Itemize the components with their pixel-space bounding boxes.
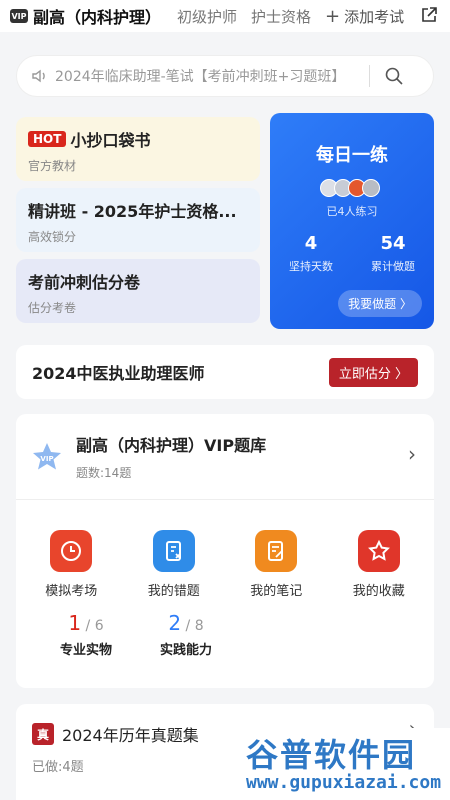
daily-title: 每日一练 xyxy=(316,145,388,166)
plus-icon: + xyxy=(325,5,341,27)
estimate-now-button[interactable]: 立即估分 〉 xyxy=(328,357,418,387)
progress-total: / 6 xyxy=(85,618,104,634)
chevron-right-icon: › xyxy=(408,442,416,466)
icon-label: 我的错题 xyxy=(147,584,200,599)
estimate-exam-label: 2024中医执业助理医师 xyxy=(32,364,205,383)
card-title: 精讲班 - 2025年护士资格... xyxy=(28,202,237,221)
mock-exam-button[interactable]: 模拟考场 xyxy=(26,530,116,599)
practical-ability-progress[interactable]: 2 / 8 实践能力 xyxy=(136,611,236,658)
watermark-url: www.gupuxiazai.com xyxy=(246,772,442,793)
question-count: 题数:14题 xyxy=(76,466,132,480)
progress-done: 2 xyxy=(168,611,182,635)
card-subtitle: 官方教材 xyxy=(28,159,77,173)
my-favorites-button[interactable]: 我的收藏 xyxy=(334,530,424,599)
card-title: 考前冲刺估分卷 xyxy=(28,273,141,292)
total-questions-label: 累计做题 xyxy=(371,260,415,273)
my-notes-button[interactable]: 我的笔记 xyxy=(231,530,321,599)
top-bar: VIP 副高（内科护理） 初级护师 护士资格 + 添加考试 xyxy=(0,0,450,32)
add-exam-button[interactable]: + 添加考试 xyxy=(325,6,404,27)
question-bank-header[interactable]: VIP 副高（内科护理）VIP题库 题数:14题 › xyxy=(16,414,434,500)
start-practice-button[interactable]: 我要做题 〉 xyxy=(338,290,422,317)
real-exam-badge: 真 xyxy=(32,723,54,745)
total-questions-value: 54 xyxy=(380,233,406,254)
progress-total: / 8 xyxy=(185,618,204,634)
pocket-book-card[interactable]: HOT 小抄口袋书 官方教材 xyxy=(16,117,260,181)
share-icon[interactable] xyxy=(420,6,438,24)
streak-days-value: 4 xyxy=(304,233,318,254)
icon-label: 我的收藏 xyxy=(352,584,405,599)
streak-days-label: 坚持天数 xyxy=(289,260,333,273)
search-divider xyxy=(369,65,370,87)
progress-label: 专业实物 xyxy=(59,643,112,658)
total-questions-stat: 54 累计做题 xyxy=(371,233,415,274)
card-subtitle: 高效锁分 xyxy=(28,230,77,244)
progress-label: 实践能力 xyxy=(159,643,212,658)
watermark-text: 谷普软件园 xyxy=(246,736,417,774)
question-bank-name: 副高（内科护理）VIP题库 xyxy=(76,436,267,455)
tab-nurse-qualification[interactable]: 护士资格 xyxy=(251,6,311,27)
icon-label: 我的笔记 xyxy=(250,584,303,599)
professional-practice-progress[interactable]: 1 / 6 专业实物 xyxy=(36,611,136,658)
sprint-paper-card[interactable]: 考前冲刺估分卷 估分考卷 xyxy=(16,259,260,323)
practitioner-avatars xyxy=(270,179,434,197)
wrong-questions-button[interactable]: 我的错题 xyxy=(129,530,219,599)
svg-text:VIP: VIP xyxy=(40,455,53,463)
vip-question-bank: VIP 副高（内科护理）VIP题库 题数:14题 › 模拟考场 我的错题 我的笔… xyxy=(16,414,434,688)
speaker-icon xyxy=(32,69,45,83)
hot-badge: HOT xyxy=(28,131,67,147)
clock-icon xyxy=(50,530,93,572)
card-title: 小抄口袋书 xyxy=(70,131,151,150)
icon-label: 模拟考场 xyxy=(45,584,98,599)
past-papers-title: 2024年历年真题集 xyxy=(62,726,199,745)
search-placeholder: 2024年临床助理-笔试【考前冲刺班+习题班】 xyxy=(55,69,346,85)
wrong-book-icon xyxy=(152,530,195,572)
card-subtitle: 估分考卷 xyxy=(28,301,77,315)
vip-star-icon: VIP xyxy=(33,442,61,469)
search-bar[interactable]: 2024年临床助理-笔试【考前冲刺班+习题班】 xyxy=(16,55,434,97)
exam-title-tab[interactable]: 副高（内科护理） xyxy=(33,4,161,28)
streak-days-stat: 4 坚持天数 xyxy=(289,233,333,274)
estimate-banner: 2024中医执业助理医师 立即估分 〉 xyxy=(16,345,434,399)
site-watermark: 谷普软件园 www.gupuxiazai.com xyxy=(246,728,450,800)
star-icon xyxy=(357,530,400,572)
add-exam-label: 添加考试 xyxy=(344,7,405,26)
tab-junior-nurse[interactable]: 初级护师 xyxy=(177,6,237,27)
vip-logo-icon: VIP xyxy=(10,9,28,23)
daily-practice-card[interactable]: 每日一练 已4人练习 4 坚持天数 54 累计做题 我要做题 〉 xyxy=(270,113,434,329)
practiced-count: 已4人练习 xyxy=(326,205,378,218)
note-icon xyxy=(255,530,298,572)
search-icon[interactable] xyxy=(384,66,404,86)
avatar xyxy=(362,179,380,197)
lecture-class-card[interactable]: 精讲班 - 2025年护士资格... 高效锁分 xyxy=(16,188,260,252)
progress-done: 1 xyxy=(68,611,82,635)
